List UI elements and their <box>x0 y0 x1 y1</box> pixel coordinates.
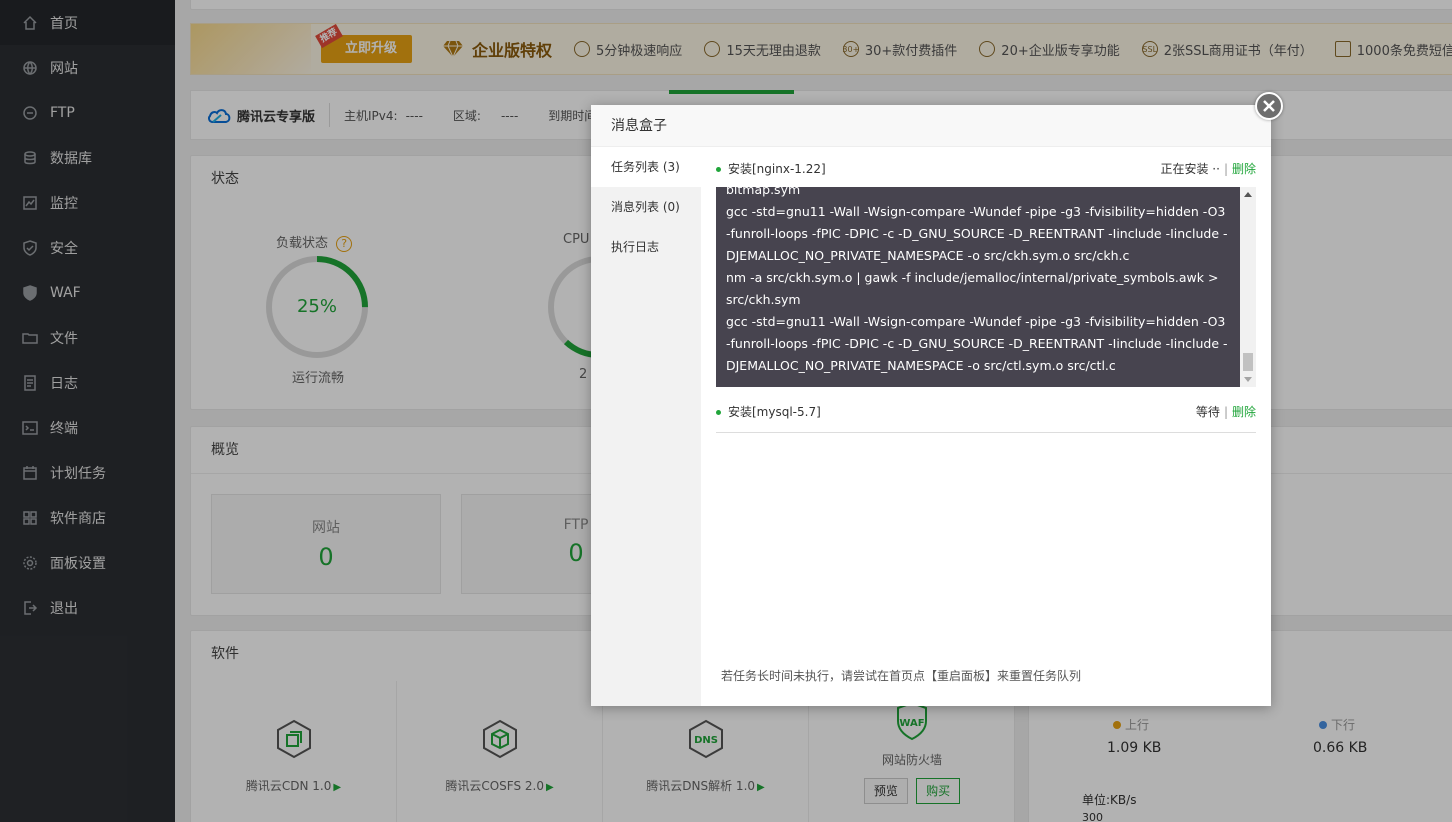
modal-tabs: 任务列表 (3) 消息列表 (0) 执行日志 <box>591 147 701 706</box>
scroll-down-arrow-icon[interactable] <box>1244 377 1252 382</box>
task-row: 安装[nginx-1.22] 正在安装 ·· | 删除 <box>716 151 1256 187</box>
task-name: 安装[nginx-1.22] <box>728 162 826 176</box>
message-box-modal: 消息盒子 任务列表 (3) 消息列表 (0) 执行日志 安装[nginx-1.2… <box>591 105 1271 706</box>
log-line: bitmap.sym <box>726 187 801 197</box>
log-line: nm -a src/ckh.sym.o | gawk -f include/je… <box>726 270 1223 307</box>
status-dot <box>716 167 721 172</box>
separator: | <box>1223 405 1228 419</box>
log-line: gcc -std=gnu11 -Wall -Wsign-compare -Wun… <box>726 204 1230 263</box>
task-row: 安装[mysql-5.7] 等待 | 删除 <box>716 394 1256 430</box>
log-content: bitmap.sym gcc -std=gnu11 -Wall -Wsign-c… <box>726 187 1228 377</box>
divider <box>716 432 1256 433</box>
install-log[interactable]: bitmap.sym gcc -std=gnu11 -Wall -Wsign-c… <box>716 187 1256 387</box>
task-name: 安装[mysql-5.7] <box>728 405 821 419</box>
scroll-thumb[interactable] <box>1243 353 1253 371</box>
log-scrollbar[interactable] <box>1240 187 1256 387</box>
scroll-up-arrow-icon[interactable] <box>1244 192 1252 197</box>
delete-link[interactable]: 删除 <box>1232 405 1256 419</box>
tab-message-list[interactable]: 消息列表 (0) <box>591 187 701 227</box>
task-actions: 等待 | 删除 <box>1196 394 1256 430</box>
close-button[interactable] <box>1255 92 1283 120</box>
task-status: 正在安装 ·· <box>1160 162 1220 176</box>
modal-title: 消息盒子 <box>591 105 1271 147</box>
task-actions: 正在安装 ·· | 删除 <box>1160 151 1256 187</box>
tab-execution-log[interactable]: 执行日志 <box>591 227 701 267</box>
status-dot <box>716 410 721 415</box>
log-line: gcc -std=gnu11 -Wall -Wsign-compare -Wun… <box>726 314 1230 373</box>
task-tip: 若任务长时间未执行，请尝试在首页点【重启面板】来重置任务队列 <box>721 669 1082 683</box>
separator: | <box>1223 162 1228 176</box>
task-list-panel: 安装[nginx-1.22] 正在安装 ·· | 删除 bitmap.sym gcc… <box>716 147 1256 706</box>
tab-task-list[interactable]: 任务列表 (3) <box>591 147 701 187</box>
task-status: 等待 <box>1195 405 1220 419</box>
close-icon <box>1263 100 1275 112</box>
delete-link[interactable]: 删除 <box>1232 162 1256 176</box>
